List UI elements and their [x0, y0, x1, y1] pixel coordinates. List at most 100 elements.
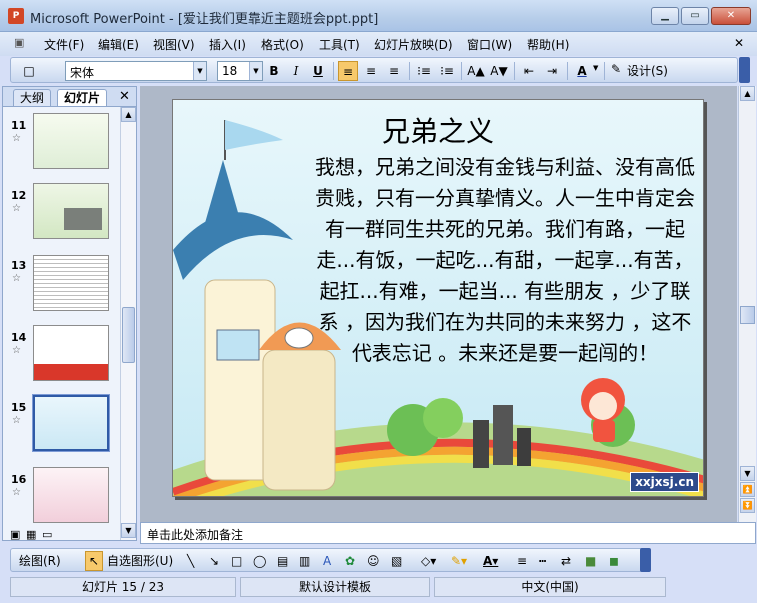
chevron-down-icon[interactable]: ▼ [249, 62, 262, 80]
line-icon[interactable]: ╲ [187, 551, 194, 571]
increase-indent-icon[interactable]: ⇥ [542, 61, 562, 81]
animation-star-icon: ☆ [12, 345, 21, 356]
3d-icon[interactable]: ◼ [609, 551, 619, 571]
normal-view-icon[interactable]: ▣ [10, 528, 20, 541]
animation-star-icon: ☆ [12, 415, 21, 426]
menu-edit[interactable]: 编辑(E) [98, 36, 139, 53]
font-size-select[interactable]: 18 ▼ [217, 61, 263, 81]
menu-bar: ▣ 文件(F) 编辑(E) 视图(V) 插入(I) 格式(O) 工具(T) 幻灯… [0, 32, 757, 56]
select-pointer-icon[interactable]: ↖ [85, 551, 103, 571]
scroll-up-icon[interactable]: ▲ [740, 86, 755, 101]
slide-number: 11 [11, 119, 27, 132]
animation-star-icon: ☆ [12, 273, 21, 284]
tab-slides[interactable]: 幻灯片 [57, 89, 108, 106]
increase-font-icon[interactable]: A▲ [466, 61, 486, 81]
notes-placeholder: 单击此处添加备注 [147, 528, 244, 542]
design-button[interactable]: 设计(S) [627, 62, 668, 79]
menu-window[interactable]: 窗口(W) [467, 36, 512, 53]
dash-style-icon[interactable]: ┅ [539, 551, 546, 571]
new-document-icon[interactable]: □ [19, 61, 39, 81]
notes-pane[interactable]: 单击此处添加备注 [140, 522, 756, 544]
chevron-down-icon[interactable]: ▼ [193, 62, 206, 80]
fill-color-icon[interactable]: ◇▾ [421, 551, 436, 571]
slide-sorter-icon[interactable]: ▦ [26, 528, 36, 541]
slide-body-text[interactable]: 我想，兄弟之间没有金钱与利益、没有高低贵贱，只有一分真挚情义。人一生中肯定会有一… [311, 152, 699, 369]
toolbar-divider [461, 62, 462, 80]
animation-star-icon: ☆ [12, 203, 21, 214]
align-center-icon[interactable]: ≡ [361, 61, 381, 81]
slide-title[interactable]: 兄弟之义 [173, 110, 703, 150]
font-color-icon[interactable]: A▾ [483, 551, 498, 571]
arrow-style-icon[interactable]: ⇄ [561, 551, 571, 571]
rectangle-icon[interactable]: □ [231, 551, 242, 571]
current-slide[interactable]: 兄弟之义 我想，兄弟之间没有金钱与利益、没有高低贵贱，只有一分真挚情义。人一生中… [172, 99, 704, 497]
slideshow-view-icon[interactable]: ▭ [42, 528, 52, 541]
menu-help[interactable]: 帮助(H) [527, 36, 569, 53]
shadow-icon[interactable]: ■ [585, 551, 596, 571]
slide-thumbnail-15[interactable] [32, 394, 110, 452]
doc-close-icon[interactable]: ✕ [734, 36, 744, 50]
bold-button[interactable]: B [264, 61, 284, 81]
slide-thumbnail-11[interactable] [33, 113, 109, 169]
align-left-icon[interactable]: ≡ [338, 61, 358, 81]
menu-view[interactable]: 视图(V) [153, 36, 195, 53]
watermark-logo: xxjxsj.cn [630, 472, 699, 492]
slide-thumbnail-16[interactable] [33, 467, 109, 523]
font-color-icon[interactable]: A [572, 61, 592, 81]
toolbar-options-handle[interactable] [739, 57, 750, 83]
slide-thumbnail-12[interactable] [33, 183, 109, 239]
menu-slideshow[interactable]: 幻灯片放映(D) [374, 36, 453, 53]
scroll-down-icon[interactable]: ▼ [740, 466, 755, 481]
document-icon[interactable]: ▣ [14, 36, 24, 49]
status-template[interactable]: 默认设计模板 [240, 577, 430, 597]
slide-thumbnail-14[interactable] [33, 325, 109, 381]
powerpoint-app-icon[interactable]: P [8, 8, 24, 24]
menu-format[interactable]: 格式(O) [261, 36, 304, 53]
slide-number: 16 [11, 473, 27, 486]
font-value: 宋体 [70, 66, 95, 80]
bullet-list-icon[interactable]: ⁝≡ [437, 61, 457, 81]
align-right-icon[interactable]: ≡ [384, 61, 404, 81]
picture-icon[interactable]: ▧ [391, 551, 402, 571]
numbered-list-icon[interactable]: ⁝≡ [414, 61, 434, 81]
menu-tools[interactable]: 工具(T) [319, 36, 360, 53]
maximize-button[interactable]: ▭ [681, 7, 709, 25]
thumbnail-scrollbar[interactable]: ▲ ▼ [120, 107, 136, 540]
menu-file[interactable]: 文件(F) [44, 36, 84, 53]
scroll-up-icon[interactable]: ▲ [121, 107, 136, 122]
previous-slide-icon[interactable]: ⏫ [740, 482, 755, 497]
textbox-icon[interactable]: ▤ [277, 551, 288, 571]
diagram-icon[interactable]: ✿ [345, 551, 355, 571]
vertical-textbox-icon[interactable]: ▥ [299, 551, 310, 571]
clipart-icon[interactable]: ☺ [367, 551, 380, 571]
chevron-down-icon[interactable]: ▼ [593, 64, 598, 72]
close-icon[interactable]: ✕ [119, 89, 130, 104]
font-select[interactable]: 宋体 ▼ [65, 61, 207, 81]
toolbar-divider [567, 62, 568, 80]
minimize-button[interactable]: ▁ [651, 7, 679, 25]
line-style-icon[interactable]: ≡ [517, 551, 527, 571]
slide-number: 15 [11, 401, 27, 414]
italic-button[interactable]: I [286, 61, 306, 81]
wordart-icon[interactable]: A [323, 551, 331, 571]
design-icon[interactable]: ✎ [611, 62, 621, 76]
arrow-icon[interactable]: ↘ [209, 551, 219, 571]
tab-outline[interactable]: 大纲 [13, 89, 52, 106]
slide-scrollbar[interactable]: ▲ ▼ ⏫ ⏬ [738, 86, 756, 522]
decrease-indent-icon[interactable]: ⇤ [519, 61, 539, 81]
next-slide-icon[interactable]: ⏬ [740, 498, 755, 513]
oval-icon[interactable]: ◯ [253, 551, 266, 571]
scroll-thumb[interactable] [740, 306, 755, 324]
draw-menu-button[interactable]: 绘图(R) [19, 551, 61, 571]
toolbar-options-handle[interactable] [640, 548, 651, 572]
status-bar: 幻灯片 15 / 23 默认设计模板 中文(中国) [0, 574, 757, 603]
decrease-font-icon[interactable]: A▼ [489, 61, 509, 81]
animation-star-icon: ☆ [12, 487, 21, 498]
underline-button[interactable]: U [308, 61, 328, 81]
autoshapes-button[interactable]: 自选图形(U) [107, 551, 173, 571]
line-color-icon[interactable]: ✎▾ [451, 551, 467, 571]
slide-thumbnail-13[interactable] [33, 255, 109, 311]
close-button[interactable]: ✕ [711, 7, 751, 25]
menu-insert[interactable]: 插入(I) [209, 36, 246, 53]
scroll-thumb[interactable] [122, 307, 135, 363]
